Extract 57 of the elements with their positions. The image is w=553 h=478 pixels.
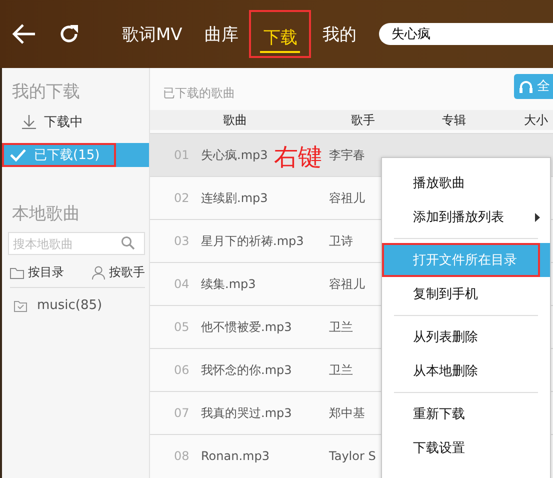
column-header: 歌曲 bbox=[223, 112, 248, 128]
artist-name: 卫诗 bbox=[329, 232, 353, 250]
section-heading: 本地歌曲 bbox=[11, 203, 81, 224]
menu-item[interactable]: 从列表删除 bbox=[382, 320, 550, 354]
column-header: 专辑 bbox=[442, 112, 467, 128]
artist-name: 容祖儿 bbox=[329, 276, 365, 292]
row-number: 03 bbox=[174, 234, 190, 248]
nav-tab[interactable]: 曲库 bbox=[193, 10, 250, 58]
submenu-arrow-icon bbox=[535, 212, 540, 222]
back-icon bbox=[11, 23, 37, 45]
artist-name: 李宇春 bbox=[329, 146, 365, 164]
section-title: 已下载的歌曲 bbox=[163, 84, 235, 102]
menu-item[interactable]: 从本地删除 bbox=[382, 354, 550, 388]
section-heading: 我的下载 bbox=[11, 81, 81, 102]
nav-tab[interactable]: 下载 bbox=[249, 10, 312, 58]
search-field[interactable]: 失心疯 bbox=[379, 23, 553, 45]
folder-icon bbox=[10, 266, 24, 278]
check-icon bbox=[10, 148, 26, 162]
menu-item[interactable]: 添加到播放列表 bbox=[382, 200, 550, 234]
row-number: 02 bbox=[174, 191, 190, 205]
row-number: 07 bbox=[174, 406, 190, 420]
artist-name: 郑中基 bbox=[329, 404, 365, 422]
row-number: 06 bbox=[174, 363, 190, 377]
download-icon bbox=[22, 115, 36, 129]
artist-name: 卫兰 bbox=[329, 318, 353, 336]
nav-tab[interactable]: 我的 bbox=[311, 10, 368, 58]
menu-item[interactable]: 下载设置 bbox=[382, 431, 550, 465]
filter-button[interactable]: 按歌手 bbox=[92, 264, 145, 281]
column-header: 大小 bbox=[524, 112, 549, 128]
song-name: 星月下的祈祷.mp3 bbox=[201, 232, 304, 250]
person-icon bbox=[92, 266, 105, 280]
nav-tab[interactable]: 歌词MV bbox=[111, 10, 194, 58]
search-field[interactable]: 搜本地歌曲 bbox=[8, 232, 145, 255]
song-name: 失心疯.mp3 bbox=[201, 146, 268, 164]
menu-item[interactable]: 重新下载 bbox=[382, 397, 550, 431]
song-name: 我怀念的你.mp3 bbox=[201, 362, 292, 378]
artist-name: 卫兰 bbox=[329, 362, 353, 378]
song-name: Ronan.mp3 bbox=[201, 449, 270, 463]
song-name: 我真的哭过.mp3 bbox=[201, 404, 292, 422]
artist-name: 容祖儿 bbox=[329, 190, 365, 206]
menu-item[interactable]: 复制到手机 bbox=[382, 277, 550, 311]
song-name: 连续剧.mp3 bbox=[201, 190, 268, 206]
headphones-icon bbox=[519, 80, 533, 92]
row-number: 04 bbox=[174, 277, 190, 291]
filter-button[interactable]: 按目录 bbox=[10, 264, 64, 281]
row-number: 05 bbox=[174, 320, 190, 334]
sidebar-item[interactable]: 下载中 bbox=[2, 110, 149, 134]
column-header: 歌手 bbox=[351, 112, 376, 128]
song-name: 他不惯被爱.mp3 bbox=[201, 318, 292, 336]
folder-item[interactable]: music(85) bbox=[2, 298, 149, 313]
song-name: 续集.mp3 bbox=[201, 276, 256, 292]
annotation-text: 右键 bbox=[274, 142, 322, 173]
folder-icon bbox=[14, 300, 27, 312]
row-number: 01 bbox=[174, 148, 190, 162]
row-number: 08 bbox=[174, 449, 190, 463]
artist-name: Taylor S bbox=[329, 449, 376, 463]
search-icon bbox=[121, 236, 135, 250]
